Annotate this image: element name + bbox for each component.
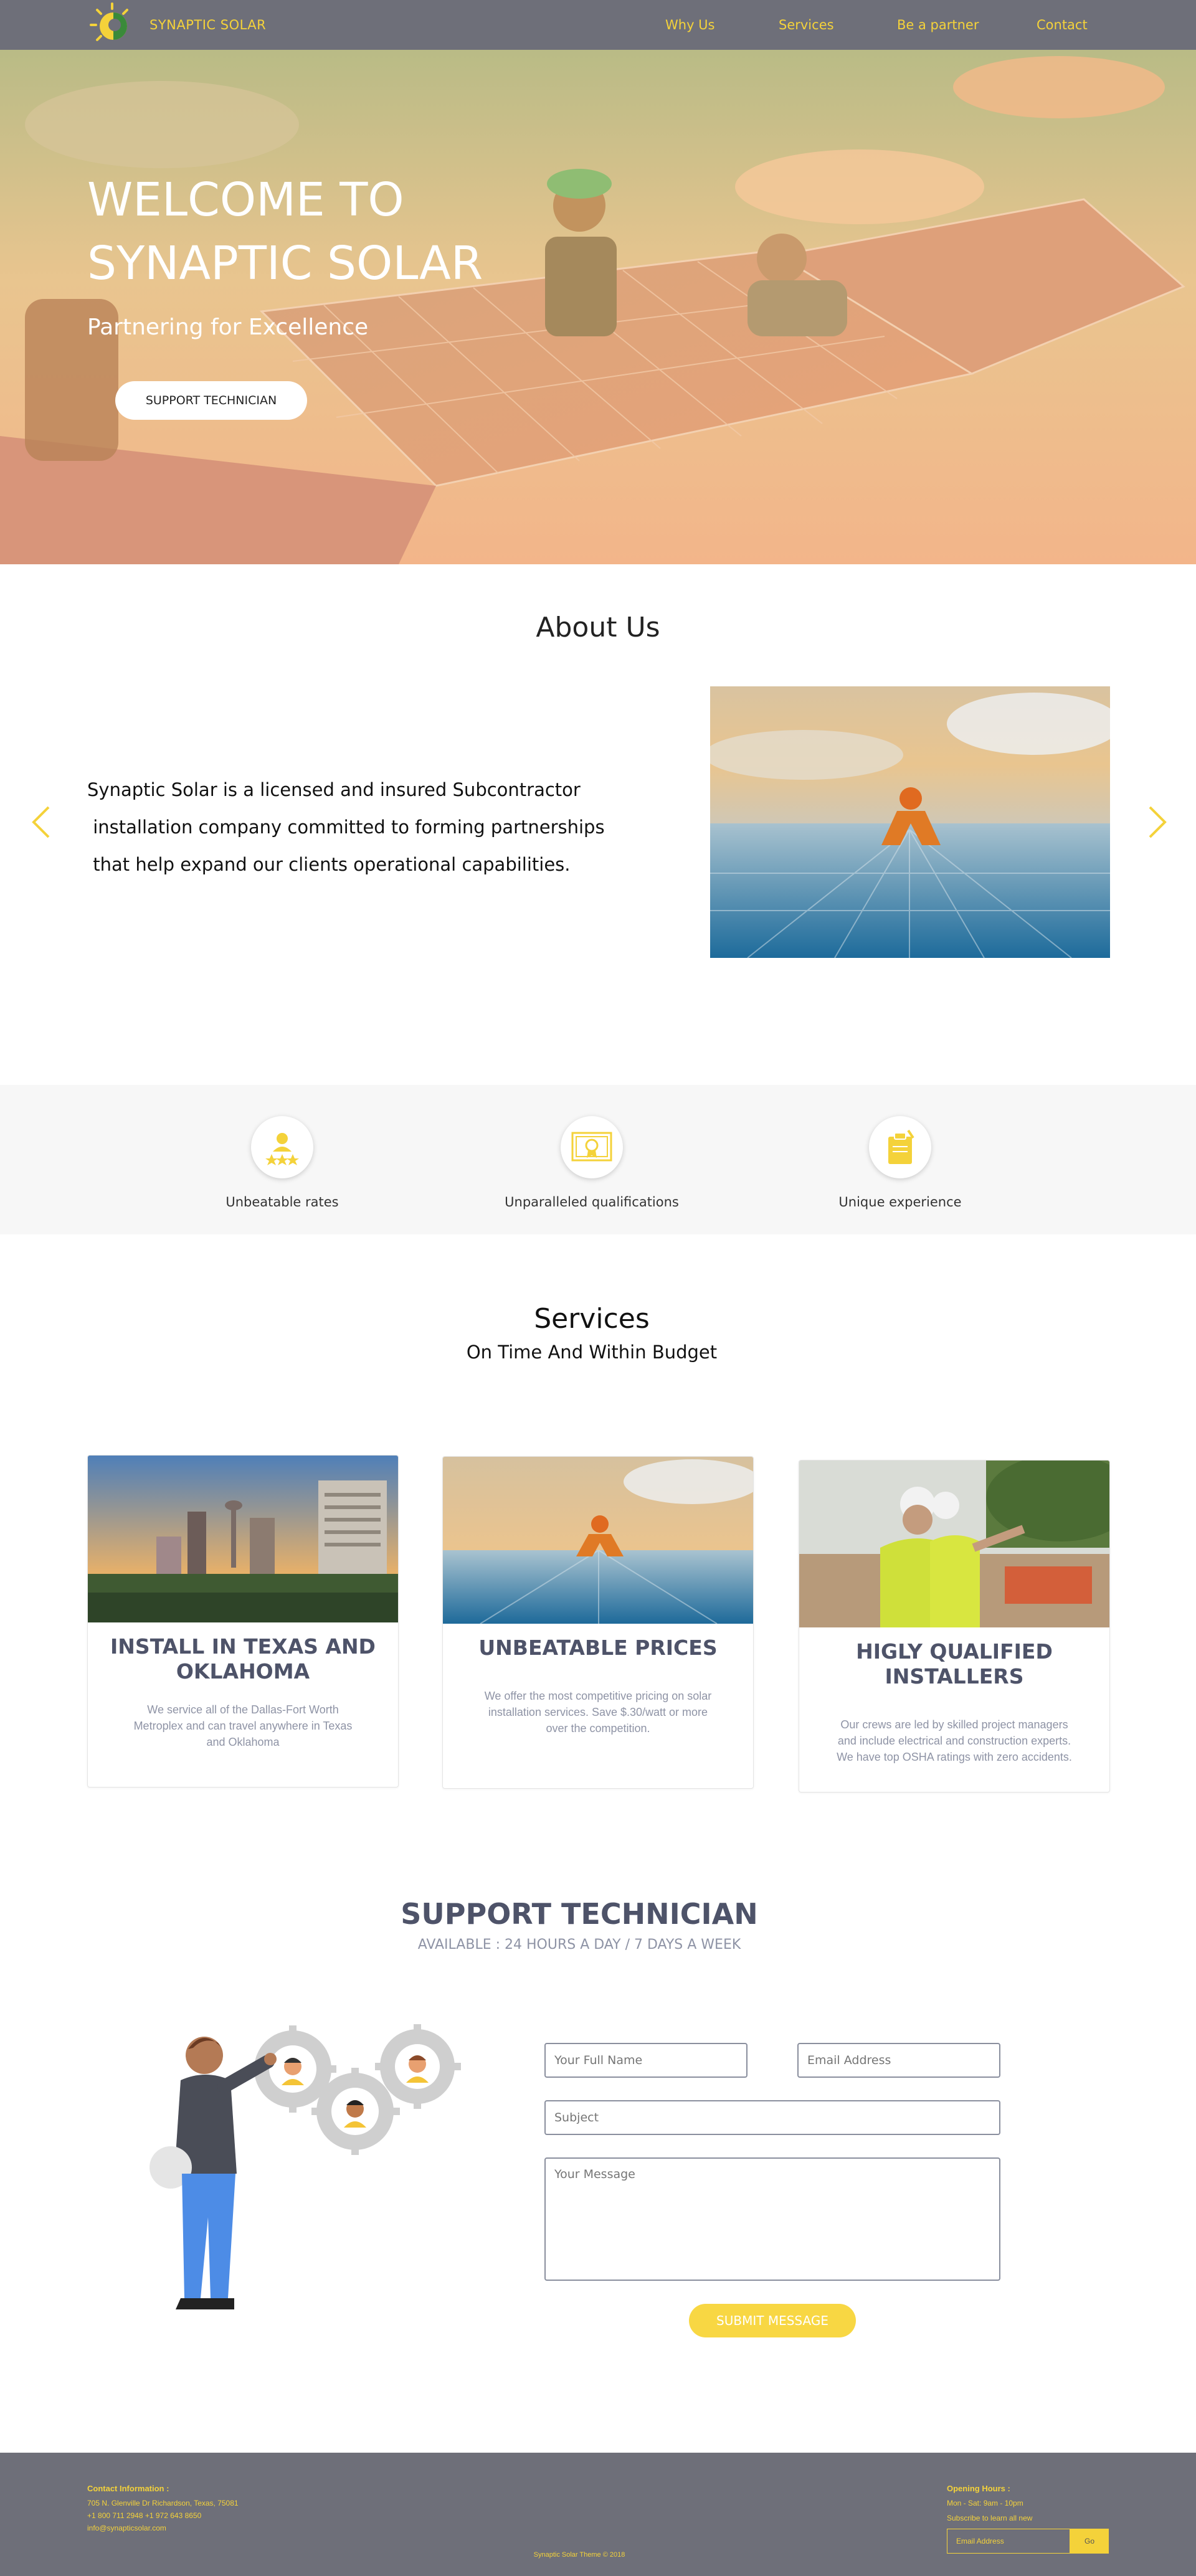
feature-label: Unique experience xyxy=(838,1195,962,1210)
full-name-input[interactable] xyxy=(544,2043,748,2078)
footer-subscribe-text: Subscribe to learn all new xyxy=(947,2514,1033,2522)
features-strip: Unbeatable rates Unparalleled qualificat… xyxy=(0,1085,1196,1234)
about-line: that help expand our clients operational… xyxy=(87,854,571,875)
support-technician-illustration xyxy=(150,2024,461,2309)
hero-title-line-1: WELCOME TO xyxy=(87,173,404,227)
carousel-prev-arrow-icon[interactable] xyxy=(29,803,54,841)
hero-section: WELCOME TO SYNAPTIC SOLAR Partnering for… xyxy=(0,50,1196,564)
clipboard-icon xyxy=(888,1129,914,1164)
services-subtitle: On Time And Within Budget xyxy=(466,1342,718,1363)
nav-link-be-a-partner[interactable]: Be a partner xyxy=(897,17,979,32)
rating-person-icon xyxy=(265,1133,299,1165)
email-input[interactable] xyxy=(797,2043,1000,2078)
feature-icon-circle xyxy=(869,1116,931,1178)
service-card-title: HIGLY QUALIFIED INSTALLERS xyxy=(856,1639,1053,1688)
services-title: Services xyxy=(534,1303,650,1335)
about-text: Synaptic Solar is a licensed and insured… xyxy=(87,771,605,883)
footer-contact-heading: Contact Information : xyxy=(87,2484,169,2493)
submit-message-button[interactable]: SUBMIT MESSAGE xyxy=(689,2304,856,2337)
about-line: Synaptic Solar is a licensed and insured… xyxy=(87,779,581,800)
subscribe-go-button[interactable]: Go xyxy=(1070,2529,1109,2554)
footer-hours-heading: Opening Hours : xyxy=(947,2484,1010,2493)
footer-email[interactable]: info@synapticsolar.com xyxy=(87,2524,166,2532)
feature-icon-circle xyxy=(561,1116,623,1178)
service-card-title: INSTALL IN TEXAS AND OKLAHOMA xyxy=(110,1634,376,1683)
service-card-title: UNBEATABLE PRICES xyxy=(478,1636,718,1660)
nav-link-why-us[interactable]: Why Us xyxy=(665,17,715,32)
hero-title-line-2: SYNAPTIC SOLAR xyxy=(87,237,483,290)
footer-phones[interactable]: +1 800 711 2948 +1 972 643 8650 xyxy=(87,2511,201,2520)
hero-title: WELCOME TO SYNAPTIC SOLAR xyxy=(87,168,483,295)
service-card-installers[interactable]: HIGLY QUALIFIED INSTALLERS Our crews are… xyxy=(799,1460,1110,1792)
top-navbar: SYNAPTIC SOLAR Why Us Services Be a part… xyxy=(0,0,1196,50)
certificate-icon xyxy=(571,1132,612,1162)
service-card-text: We service all of the Dallas-Fort Worth … xyxy=(133,1703,353,1748)
service-card-text: Our crews are led by skilled project man… xyxy=(837,1718,1072,1763)
about-solar-worker-image xyxy=(710,686,1110,958)
service-card-texas[interactable]: INSTALL IN TEXAS AND OKLAHOMA We service… xyxy=(87,1455,399,1788)
solar-panel-worker-image xyxy=(443,1457,753,1624)
construction-workers-image xyxy=(799,1461,1109,1627)
message-textarea[interactable] xyxy=(544,2157,1000,2281)
feature-label: Unparalleled qualifications xyxy=(505,1195,679,1210)
footer: Contact Information : 705 N. Glenville D… xyxy=(0,2453,1196,2576)
footer-address: 705 N. Glenville Dr Richardson, Texas, 7… xyxy=(87,2499,239,2507)
support-title: SUPPORT TECHNICIAN xyxy=(401,1897,758,1931)
hero-background-image xyxy=(0,50,1196,564)
subject-input[interactable] xyxy=(544,2100,1000,2135)
nav-link-services[interactable]: Services xyxy=(779,17,834,32)
feature-label: Unbeatable rates xyxy=(225,1195,339,1210)
brand-name[interactable]: SYNAPTIC SOLAR xyxy=(150,17,266,32)
city-skyline-image xyxy=(88,1456,398,1622)
support-subtitle: AVAILABLE : 24 HOURS A DAY / 7 DAYS A WE… xyxy=(417,1937,741,1953)
hero-subtitle: Partnering for Excellence xyxy=(87,315,369,340)
about-title: About Us xyxy=(536,612,660,643)
nav-link-contact[interactable]: Contact xyxy=(1037,17,1088,32)
feature-unbeatable-rates: Unbeatable rates xyxy=(158,1116,407,1210)
service-card-text: We offer the most competitive pricing on… xyxy=(484,1690,712,1735)
feature-icon-circle xyxy=(251,1116,313,1178)
service-card-prices[interactable]: UNBEATABLE PRICES We offer the most comp… xyxy=(442,1456,754,1789)
support-technician-button[interactable]: SUPPORT TECHNICIAN xyxy=(115,381,307,420)
about-line: installation company committed to formin… xyxy=(87,817,605,838)
feature-unparalleled-qualifications: Unparalleled qualifications xyxy=(467,1116,716,1210)
sun-logo-icon[interactable] xyxy=(87,0,137,50)
carousel-next-arrow-icon[interactable] xyxy=(1145,803,1170,841)
footer-hours: Mon - Sat: 9am - 10pm xyxy=(947,2499,1023,2507)
feature-unique-experience: Unique experience xyxy=(776,1116,1025,1210)
subscribe-email-input[interactable] xyxy=(947,2529,1070,2554)
